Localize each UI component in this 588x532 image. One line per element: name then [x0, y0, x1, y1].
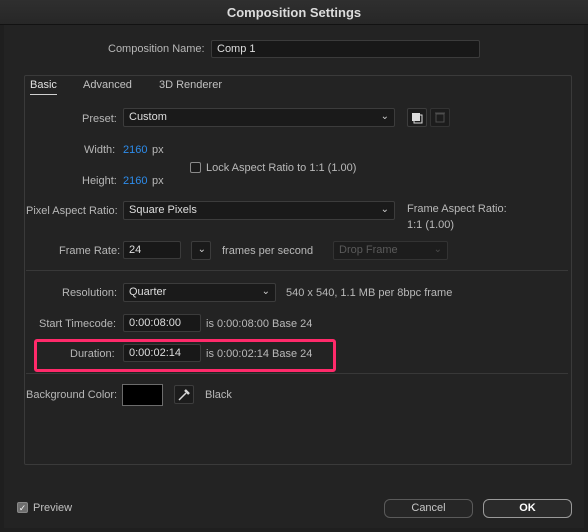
chevron-down-icon: ⌄ [197, 244, 206, 255]
tab-3d-renderer[interactable]: 3D Renderer [159, 79, 222, 91]
width-unit: px [152, 144, 164, 156]
start-timecode-label: Start Timecode: [39, 318, 117, 330]
resolution-label: Resolution: [62, 287, 118, 299]
drop-frame-dropdown[interactable]: Drop Frame ⌄ [333, 241, 448, 260]
pixel-aspect-label: Pixel Aspect Ratio: [26, 205, 118, 217]
pixel-aspect-value: Square Pixels [129, 204, 197, 216]
preview-label: Preview [33, 502, 73, 514]
drop-frame-value: Drop Frame [339, 244, 398, 256]
tab-advanced[interactable]: Advanced [83, 79, 132, 91]
background-color-name: Black [205, 389, 232, 401]
frame-rate-label: Frame Rate: [59, 245, 121, 257]
composition-name-input[interactable]: Comp 1 [211, 40, 480, 58]
composition-settings-dialog: Composition Name: Comp 1 Basic Advanced … [4, 25, 584, 528]
window-title: Composition Settings [226, 5, 362, 20]
eyedropper-button[interactable] [174, 385, 194, 404]
lock-aspect-checkbox[interactable] [190, 162, 201, 173]
background-color-swatch[interactable] [122, 384, 163, 406]
start-timecode-input[interactable]: 0:00:08:00 [123, 314, 201, 332]
ok-button[interactable]: OK [483, 499, 572, 518]
pixel-aspect-dropdown[interactable]: Square Pixels ⌄ [123, 201, 395, 220]
section-divider [26, 270, 568, 271]
preset-dropdown[interactable]: Custom ⌄ [123, 108, 395, 127]
cancel-button[interactable]: Cancel [384, 499, 473, 518]
composition-name-label: Composition Name: [108, 43, 205, 55]
resolution-dropdown[interactable]: Quarter ⌄ [123, 283, 276, 302]
frame-rate-dropdown[interactable]: ⌄ [191, 241, 211, 260]
lock-aspect-label: Lock Aspect Ratio to 1:1 (1.00) [206, 162, 357, 174]
tab-basic[interactable]: Basic [30, 79, 57, 95]
duration-info: is 0:00:02:14 Base 24 [206, 348, 313, 360]
height-label: Height: [82, 175, 117, 187]
eyedropper-icon [178, 389, 190, 401]
frame-aspect-value: 1:1 (1.00) [407, 219, 455, 231]
height-value[interactable]: 2160 [123, 175, 147, 187]
chevron-down-icon: ⌄ [433, 244, 442, 255]
trash-icon [435, 112, 445, 123]
duration-input[interactable]: 0:00:02:14 [123, 344, 201, 362]
save-preset-icon [412, 113, 423, 124]
frame-rate-input[interactable]: 24 [123, 241, 181, 259]
preset-value: Custom [129, 111, 167, 123]
chevron-down-icon: ⌄ [380, 111, 389, 122]
width-label: Width: [84, 144, 116, 156]
title-bar: Composition Settings [0, 0, 588, 25]
resolution-value: Quarter [129, 286, 167, 298]
background-color-label: Background Color: [26, 389, 118, 401]
save-preset-button[interactable] [407, 108, 427, 127]
width-value[interactable]: 2160 [123, 144, 147, 156]
section-divider [26, 373, 568, 374]
chevron-down-icon: ⌄ [261, 286, 270, 297]
frame-rate-unit: frames per second [222, 245, 314, 257]
start-timecode-info: is 0:00:08:00 Base 24 [206, 318, 313, 330]
resolution-info: 540 x 540, 1.1 MB per 8bpc frame [286, 287, 453, 299]
preset-label: Preset: [82, 113, 117, 125]
height-unit: px [152, 175, 164, 187]
delete-preset-button[interactable] [430, 108, 450, 127]
duration-label: Duration: [70, 348, 115, 360]
chevron-down-icon: ⌄ [380, 204, 389, 215]
frame-aspect-label: Frame Aspect Ratio: [407, 203, 507, 215]
preview-checkbox[interactable]: ✓ [17, 502, 28, 513]
